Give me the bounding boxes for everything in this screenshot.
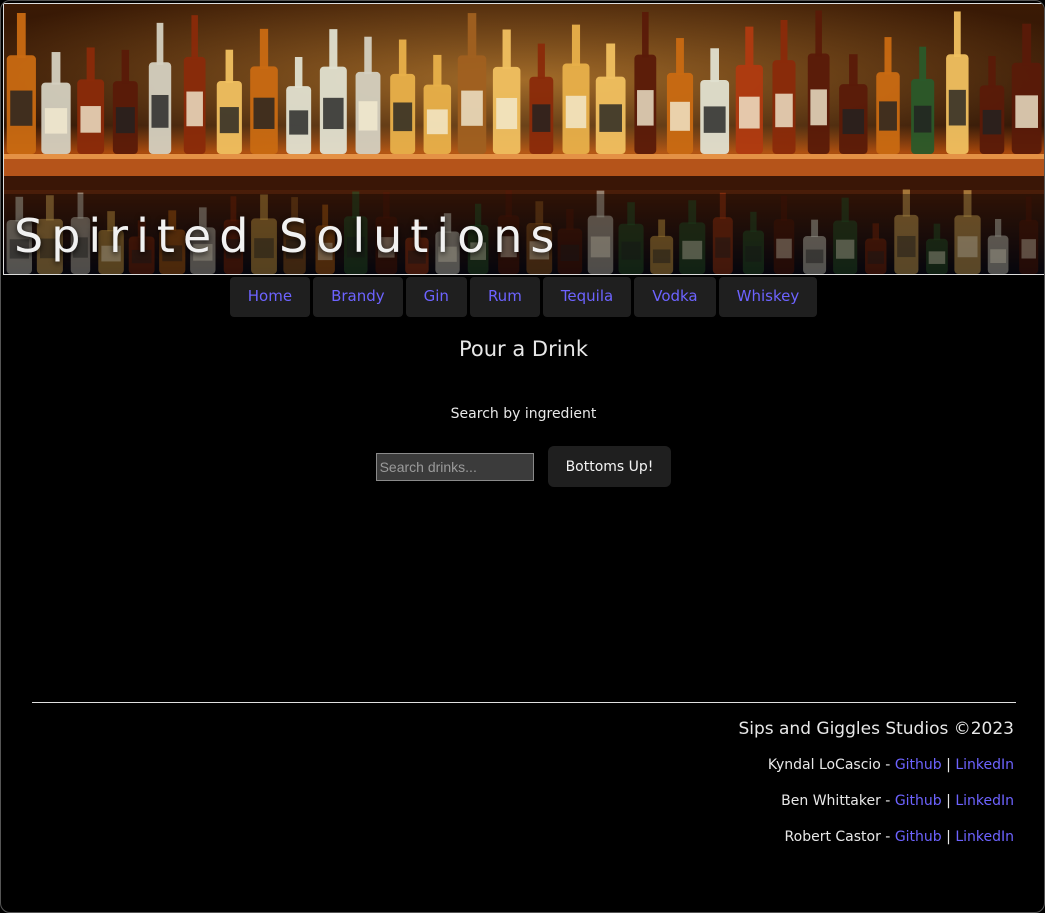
bottle-label-shape [151, 94, 169, 128]
bottle-label-shape [80, 106, 101, 133]
bottle-neck-shape [467, 13, 477, 59]
bottle-neck-shape [953, 11, 961, 58]
bottle-neck-shape [988, 56, 996, 88]
bottle-label-shape [219, 107, 239, 134]
bottle-neck-shape [642, 11, 649, 58]
bottle-label-shape [289, 110, 309, 135]
bottle-label-shape [1015, 95, 1038, 128]
github-link[interactable]: Github [895, 793, 942, 809]
bottle-label-shape [393, 102, 413, 132]
bottle-label-shape [913, 105, 932, 133]
bottle-label-shape [775, 93, 793, 128]
bottle-neck-shape [433, 54, 442, 87]
bottle-neck-shape [710, 48, 719, 83]
bottle-neck-shape [191, 15, 198, 60]
bottle-label-shape [115, 107, 135, 134]
page-frame: Spirited Solutions Home Brandy Gin Rum T… [0, 0, 1045, 913]
credit-name: Ben Whittaker - [781, 793, 895, 809]
bottle-label-shape [982, 109, 1002, 135]
bottle-neck-shape [86, 47, 95, 82]
nav-item-rum[interactable]: Rum [469, 277, 540, 317]
search-submit-button[interactable]: Bottoms Up! [547, 446, 672, 487]
bottle-label-shape [879, 101, 897, 131]
bottle-neck-shape [849, 54, 858, 87]
bottle-label-shape [10, 90, 33, 126]
bottle-label-shape [461, 90, 483, 126]
bottle-label-shape [44, 108, 68, 134]
bottle-neck-shape [51, 52, 61, 85]
bottle-neck-shape [502, 29, 511, 70]
bottle-label-shape [496, 97, 518, 130]
credit-row: Robert Castor - Github | LinkedIn [314, 827, 1014, 863]
bottle-neck-shape [294, 56, 303, 89]
link-separator: | [941, 829, 956, 845]
bottle-neck-shape [815, 10, 822, 57]
credit-row: Ben Whittaker - Github | LinkedIn [314, 791, 1014, 827]
nav-item-tequila[interactable]: Tequila [542, 277, 632, 317]
bottle-label-shape [323, 97, 344, 130]
bottle-neck-shape [259, 28, 269, 69]
bottle-neck-shape [398, 39, 407, 77]
footer: Sips and Giggles Studios ©2023 Kyndal Lo… [314, 719, 1014, 863]
nav-item-vodka[interactable]: Vodka [634, 277, 716, 317]
bottle-neck-shape [780, 19, 788, 63]
linkedin-link[interactable]: LinkedIn [955, 793, 1014, 809]
nav-item-gin[interactable]: Gin [405, 277, 467, 317]
bottle-neck-shape [329, 29, 338, 70]
credit-row: Kyndal LoCascio - Github | LinkedIn [314, 755, 1014, 791]
page-title: Pour a Drink [458, 337, 589, 361]
bottle-neck-shape [537, 43, 545, 79]
bottle-label-shape [565, 95, 587, 129]
bottle-neck-shape [364, 36, 372, 75]
credit-name: Robert Castor - [784, 829, 895, 845]
search-input[interactable] [375, 452, 534, 481]
nav-item-home[interactable]: Home [229, 277, 311, 317]
credit-name: Kyndal LoCascio - [767, 757, 895, 773]
bottle-neck-shape [121, 49, 130, 84]
nav-item-brandy[interactable]: Brandy [313, 277, 403, 317]
bottle-label-shape [948, 89, 966, 126]
main-nav: Home Brandy Gin Rum Tequila Vodka Whiske… [1, 277, 1044, 317]
link-separator: | [941, 793, 956, 809]
bottle-label-shape [670, 101, 690, 131]
link-separator: | [941, 757, 956, 773]
bottle-label-shape [532, 104, 551, 132]
nav-item-whiskey[interactable]: Whiskey [718, 277, 818, 317]
bottle-neck-shape [745, 26, 754, 68]
bottle-neck-shape [225, 49, 234, 84]
bottle-label-shape [842, 109, 865, 135]
header-banner: Spirited Solutions [3, 3, 1044, 275]
bottle-neck-shape [919, 46, 927, 82]
bottle-neck-shape [1022, 23, 1032, 66]
bottle-neck-shape [676, 38, 684, 76]
bottle-neck-shape [884, 37, 892, 75]
bottle-label-shape [703, 106, 726, 133]
site-title: Spirited Solutions [14, 209, 563, 263]
bottle-label-shape [599, 104, 622, 132]
bottle-label-shape [186, 91, 203, 127]
github-link[interactable]: Github [895, 829, 942, 845]
bottle-neck-shape [16, 13, 26, 59]
bottle-label-shape [253, 97, 275, 129]
linkedin-link[interactable]: LinkedIn [955, 757, 1014, 773]
bottle-neck-shape [156, 22, 164, 65]
bottle-label-shape [358, 101, 378, 131]
github-link[interactable]: Github [895, 757, 942, 773]
search-row: Bottoms Up! [1, 446, 1044, 487]
footer-divider [32, 702, 1016, 703]
bottle-neck-shape [571, 24, 581, 67]
bottle-label-shape [810, 89, 827, 126]
search-label: Search by ingredient [450, 406, 597, 422]
linkedin-link[interactable]: LinkedIn [955, 829, 1014, 845]
bottle-neck-shape [606, 43, 616, 79]
footer-copyright: Sips and Giggles Studios ©2023 [738, 719, 1014, 739]
bottle-label-shape [739, 96, 760, 129]
bottle-label-shape [637, 90, 654, 126]
bottle-label-shape [426, 109, 448, 135]
